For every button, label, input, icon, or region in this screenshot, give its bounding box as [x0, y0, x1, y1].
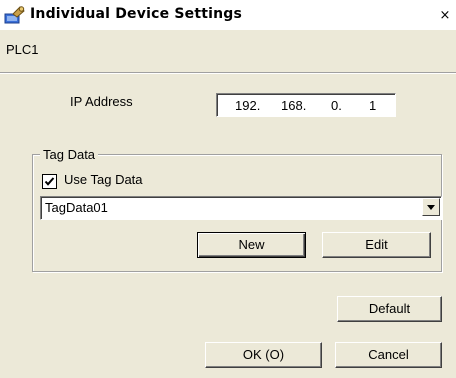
default-button[interactable]: Default [337, 296, 442, 322]
checkmark-icon [44, 177, 55, 186]
window-title: Individual Device Settings [30, 6, 243, 22]
edit-tag-button[interactable]: Edit [322, 232, 431, 258]
ip-octet-4[interactable]: 1 [369, 98, 376, 113]
ok-button[interactable]: OK (O) [205, 342, 322, 368]
title-bar[interactable]: Individual Device Settings × [0, 0, 456, 30]
ip-address-input[interactable]: 192. 168. 0. 1 [216, 93, 396, 117]
ip-octet-3[interactable]: 0. [331, 98, 342, 113]
cancel-button[interactable]: Cancel [335, 342, 442, 368]
tag-data-group-title: Tag Data [40, 147, 99, 162]
dropdown-arrow-button[interactable] [422, 198, 440, 216]
close-button[interactable]: × [438, 9, 452, 23]
ip-address-label: IP Address [70, 94, 133, 109]
header-divider [0, 72, 456, 74]
device-name-label: PLC1 [6, 42, 39, 57]
chevron-down-icon [427, 205, 435, 210]
device-settings-dialog: Individual Device Settings × PLC1 IP Add… [0, 0, 456, 378]
device-header [0, 30, 456, 74]
use-tag-data-checkbox[interactable] [42, 174, 57, 189]
ip-octet-2[interactable]: 168. [281, 98, 306, 113]
tag-data-select[interactable]: TagData01 [40, 196, 442, 220]
settings-wrench-icon [4, 5, 26, 25]
ip-octet-1[interactable]: 192. [235, 98, 260, 113]
use-tag-data-label[interactable]: Use Tag Data [64, 172, 143, 187]
tag-data-select-value: TagData01 [45, 200, 108, 215]
new-tag-button[interactable]: New [197, 232, 306, 258]
